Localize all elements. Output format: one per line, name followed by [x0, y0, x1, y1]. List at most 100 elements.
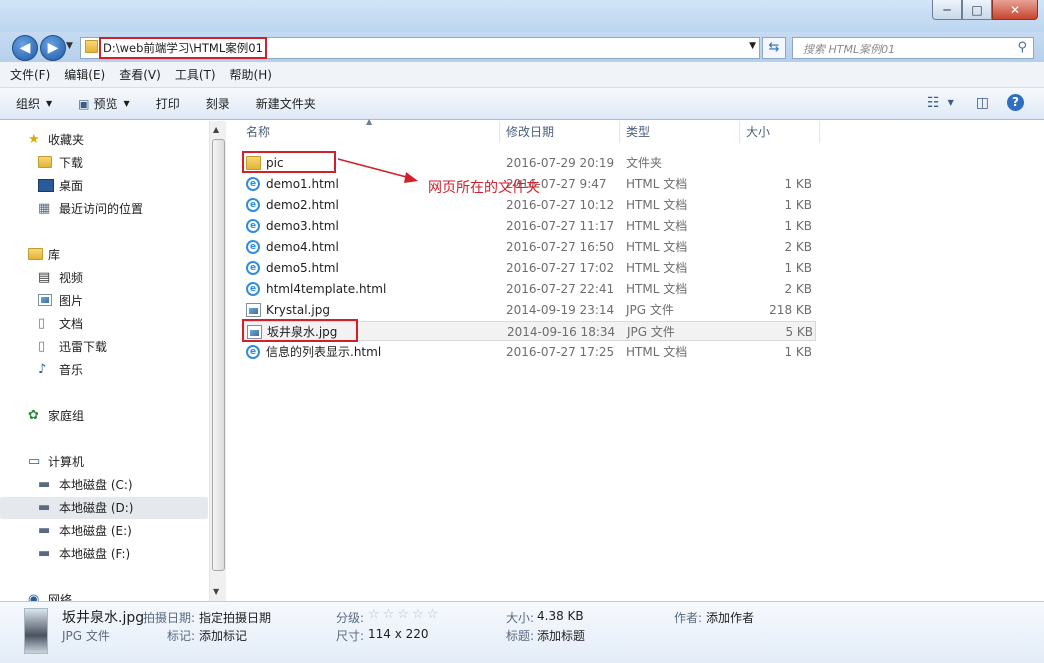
- organize-button[interactable]: 组织 ▼: [16, 95, 52, 112]
- forward-button[interactable]: ▶: [40, 35, 66, 61]
- address-path[interactable]: D:\web前端学习\HTML案例01: [99, 37, 267, 59]
- address-bar[interactable]: D:\web前端学习\HTML案例01 ▼: [80, 37, 760, 59]
- column-size[interactable]: 大小: [746, 121, 770, 143]
- nav-label: 库: [48, 248, 61, 262]
- nav-scrollbar[interactable]: ▲ ▼: [209, 121, 226, 601]
- nav-desktop[interactable]: 桌面: [0, 175, 208, 197]
- refresh-button[interactable]: ⇆: [762, 37, 786, 59]
- file-name: 信息的列表显示.html: [266, 345, 382, 359]
- details-pane: 坂井泉水.jpg JPG 文件 拍摄日期: 指定拍摄日期 标记: 添加标记 分级…: [0, 601, 1044, 663]
- file-type: HTML 文档: [626, 177, 688, 191]
- print-button[interactable]: 打印: [156, 95, 180, 112]
- menu-view[interactable]: 查看(V): [119, 66, 161, 83]
- column-date[interactable]: 修改日期: [506, 121, 554, 143]
- column-type[interactable]: 类型: [626, 121, 650, 143]
- scroll-up-icon[interactable]: ▲: [213, 125, 219, 134]
- column-divider[interactable]: [499, 121, 500, 143]
- column-divider[interactable]: [739, 121, 740, 143]
- chevron-down-icon[interactable]: ▼: [948, 98, 954, 107]
- minimize-button[interactable]: ─: [932, 0, 962, 20]
- close-button[interactable]: ✕: [992, 0, 1038, 20]
- nav-downloads[interactable]: 下载: [0, 152, 208, 174]
- preview-label: 预览: [93, 97, 118, 111]
- nav-recent[interactable]: ▦ 最近访问的位置: [0, 198, 208, 220]
- nav-label: 计算机: [48, 455, 85, 469]
- nav-label: 桌面: [59, 179, 84, 193]
- table-row[interactable]: e demo3.html 2016-07-27 11:17 HTML 文档 1 KB: [242, 216, 816, 236]
- file-date: 2014-09-19 23:14: [506, 303, 615, 317]
- table-row[interactable]: e demo2.html 2016-07-27 10:12 HTML 文档 1 KB: [242, 195, 816, 215]
- nav-drive-d[interactable]: ▬ 本地磁盘 (D:): [0, 497, 208, 519]
- help-icon[interactable]: ?: [1007, 94, 1024, 111]
- star-icon: ★: [28, 132, 40, 147]
- file-thumbnail: [24, 608, 48, 654]
- preview-pane-icon[interactable]: ◫: [976, 95, 989, 111]
- table-row[interactable]: e demo5.html 2016-07-27 17:02 HTML 文档 1 KB: [242, 258, 816, 278]
- menu-file[interactable]: 文件(F): [10, 66, 50, 83]
- author-value[interactable]: 添加作者: [706, 609, 754, 626]
- nav-label: 本地磁盘 (E:): [59, 524, 132, 538]
- file-size: 1 KB: [784, 198, 812, 212]
- back-button[interactable]: ◀: [12, 35, 38, 61]
- nav-label: 本地磁盘 (F:): [59, 547, 131, 561]
- file-size: 1 KB: [784, 219, 812, 233]
- file-name: demo4.html: [266, 240, 339, 254]
- scrollbar-thumb[interactable]: [212, 139, 225, 571]
- nav-documents[interactable]: ▯ 文档: [0, 313, 208, 335]
- file-type: HTML 文档: [626, 282, 688, 296]
- search-icon[interactable]: ⚲: [1017, 40, 1027, 55]
- nav-drive-c[interactable]: ▬ 本地磁盘 (C:): [0, 474, 208, 496]
- column-divider[interactable]: [619, 121, 620, 143]
- menu-edit[interactable]: 编辑(E): [64, 66, 105, 83]
- maximize-button[interactable]: □: [962, 0, 992, 20]
- column-divider[interactable]: [819, 121, 820, 143]
- nav-xunlei[interactable]: ▯ 迅雷下载: [0, 336, 208, 358]
- tags-value[interactable]: 添加标记: [199, 627, 247, 644]
- table-row[interactable]: e html4template.html 2016-07-27 22:41 HTML …: [242, 279, 816, 299]
- rating-stars[interactable]: ☆☆☆☆☆: [368, 607, 441, 622]
- table-row[interactable]: e demo4.html 2016-07-27 16:50 HTML 文档 2 KB: [242, 237, 816, 257]
- video-icon: ▤: [38, 270, 51, 285]
- column-name[interactable]: 名称: [246, 121, 270, 143]
- nav-label: 网络: [48, 593, 73, 601]
- dimensions-value: 114 x 220: [368, 627, 429, 641]
- menu-help[interactable]: 帮助(H): [230, 66, 272, 83]
- file-list: ▲ 名称 修改日期 类型 大小 pic 2016-07-29 20:19 文件夹 e d…: [226, 117, 1044, 601]
- new-folder-button[interactable]: 新建文件夹: [256, 95, 316, 112]
- menu-tools[interactable]: 工具(T): [175, 66, 216, 83]
- nav-favorites[interactable]: ★ 收藏夹: [0, 129, 208, 151]
- table-row[interactable]: Krystal.jpg 2014-09-19 23:14 JPG 文件 218 KB: [242, 300, 816, 320]
- homegroup-icon: ✿: [28, 408, 39, 423]
- nav-libraries[interactable]: 库: [0, 244, 208, 266]
- nav-drive-e[interactable]: ▬ 本地磁盘 (E:): [0, 520, 208, 542]
- view-options-icon[interactable]: ☷: [927, 95, 940, 111]
- nav-computer[interactable]: ▭ 计算机: [0, 451, 208, 473]
- nav-label: 家庭组: [48, 409, 85, 423]
- rating-label: 分级:: [336, 611, 365, 625]
- nav-label: 视频: [59, 271, 84, 285]
- window-controls: ─ □ ✕: [932, 0, 1038, 20]
- recent-pages-dropdown[interactable]: ▼: [66, 41, 73, 51]
- nav-pictures[interactable]: 图片: [0, 290, 208, 312]
- nav-label: 音乐: [59, 363, 84, 377]
- ie-icon: e: [246, 282, 260, 296]
- folder-icon: [85, 40, 98, 53]
- date-taken-value[interactable]: 指定拍摄日期: [199, 609, 271, 626]
- nav-network[interactable]: ◉ 网络: [0, 589, 208, 602]
- search-input[interactable]: 搜索 HTML案例01 ⚲: [792, 37, 1034, 59]
- table-row[interactable]: e 信息的列表显示.html 2016-07-27 17:25 HTML 文档 1 KB: [242, 342, 816, 362]
- file-date: 2016-07-27 17:25: [506, 345, 615, 359]
- annotation-text: 网页所在的文件夹: [428, 180, 540, 196]
- file-date: 2014-09-16 18:34: [507, 325, 616, 339]
- preview-icon: ▣: [78, 96, 90, 111]
- nav-videos[interactable]: ▤ 视频: [0, 267, 208, 289]
- scroll-down-icon[interactable]: ▼: [213, 587, 219, 596]
- burn-button[interactable]: 刻录: [206, 95, 230, 112]
- title-value[interactable]: 添加标题: [537, 627, 585, 644]
- nav-music[interactable]: ♪ 音乐: [0, 359, 208, 381]
- chevron-down-icon[interactable]: ▼: [749, 41, 756, 51]
- nav-homegroup[interactable]: ✿ 家庭组: [0, 405, 208, 427]
- preview-button[interactable]: ▣ 预览 ▼: [78, 95, 130, 112]
- file-date: 2016-07-29 20:19: [506, 156, 615, 170]
- nav-drive-f[interactable]: ▬ 本地磁盘 (F:): [0, 543, 208, 565]
